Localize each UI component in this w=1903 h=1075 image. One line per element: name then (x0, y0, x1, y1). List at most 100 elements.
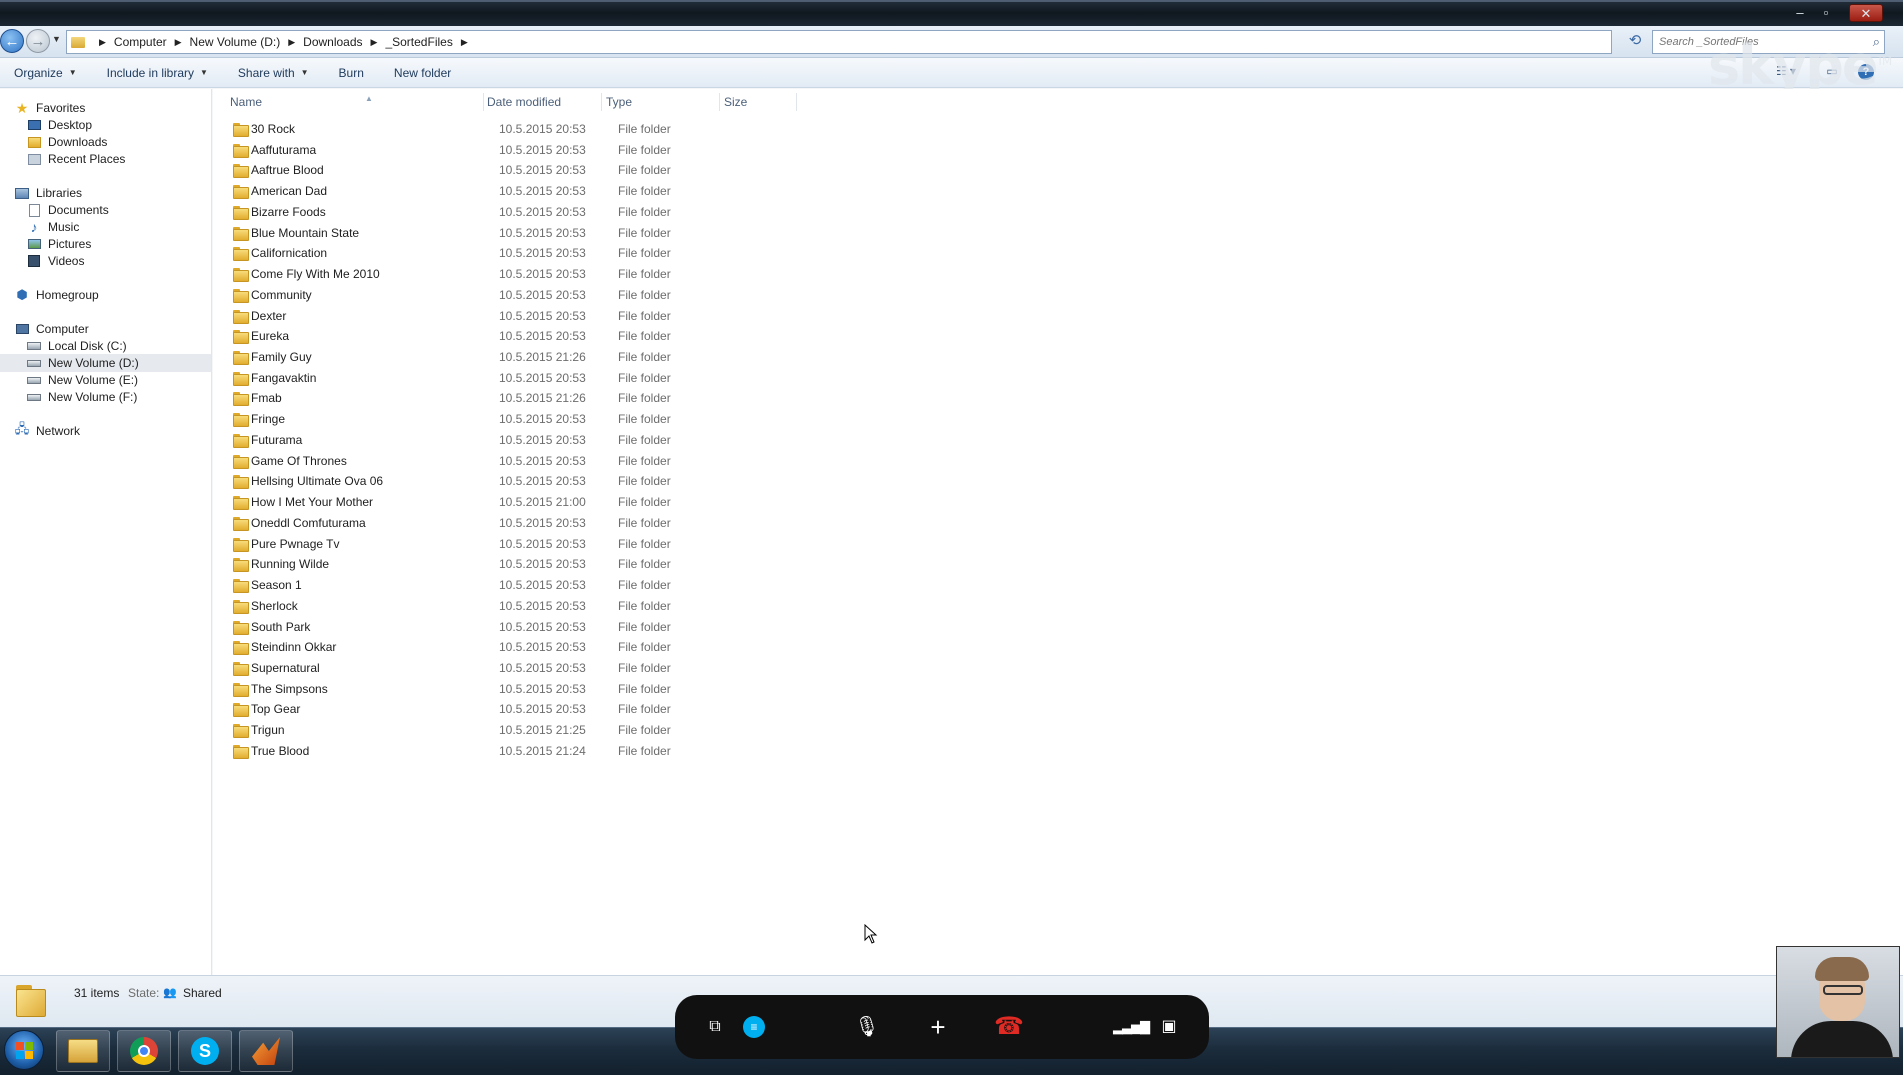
nav-item-new-volume-d[interactable]: New Volume (D:) (0, 354, 211, 372)
table-row[interactable]: Oneddl Comfuturama 10.5.2015 20:53 File fo… (225, 513, 685, 533)
folder-icon (233, 599, 249, 614)
nav-item-new-volume-f[interactable]: New Volume (F:) (26, 388, 137, 406)
end-call-button[interactable]: ☎ (993, 1011, 1025, 1043)
breadcrumb[interactable]: ▶ Computer ▶ New Volume (D:) ▶ Downloads ▶ … (66, 30, 1680, 54)
nav-item-music[interactable]: ♪ Music (26, 218, 80, 236)
chevron-right-icon[interactable]: ▶ (175, 37, 182, 48)
folder-icon (233, 351, 249, 366)
table-row[interactable]: South Park 10.5.2015 20:53 File folder (225, 617, 685, 637)
table-row[interactable]: Top Gear 10.5.2015 20:53 File folder (225, 699, 685, 719)
self-video-preview[interactable] (1776, 946, 1900, 1058)
call-quality-button[interactable]: ▂▃▅▇ (1113, 1011, 1150, 1043)
table-row[interactable]: Sherlock 10.5.2015 20:53 File folder (225, 596, 685, 616)
taskbar-windows-explorer[interactable] (56, 1030, 110, 1072)
table-row[interactable]: Californication 10.5.2015 20:53 File folde… (225, 243, 685, 263)
nav-item-documents[interactable]: Documents (26, 201, 109, 219)
file-name: American Dad (251, 184, 328, 199)
burn-button[interactable]: Burn (339, 66, 364, 80)
back-button[interactable]: ← (0, 29, 24, 53)
nav-libraries[interactable]: Libraries (14, 184, 82, 202)
nav-item-new-volume-e[interactable]: New Volume (E:) (26, 371, 138, 389)
nav-favorites[interactable]: ★ Favorites (14, 99, 86, 117)
include-in-library-button[interactable]: Include in library ▼ (107, 66, 208, 80)
column-header-size[interactable]: Size (724, 95, 747, 109)
date-modified: 10.5.2015 20:53 (499, 578, 586, 593)
mute-microphone-button[interactable]: 🎙 (851, 1011, 883, 1043)
video-toggle-button[interactable]: ▣ (1153, 1011, 1185, 1043)
table-row[interactable]: Fringe 10.5.2015 20:53 File folder (225, 409, 685, 429)
nav-homegroup[interactable]: ⬢ Homegroup (14, 286, 98, 304)
breadcrumb-item-computer[interactable]: Computer ▶ (114, 35, 190, 49)
table-row[interactable]: Steindinn Okkar 10.5.2015 20:53 File folde… (225, 637, 685, 657)
forward-button[interactable]: → (26, 29, 50, 53)
file-name: Running Wilde (251, 557, 330, 572)
chevron-right-icon[interactable]: ▶ (461, 37, 468, 48)
nav-network[interactable]: 🖧 Network (14, 421, 80, 440)
taskbar-skype[interactable]: S (178, 1030, 232, 1072)
table-row[interactable]: Fangavaktin 10.5.2015 20:53 File folder (225, 368, 685, 388)
table-row[interactable]: Trigun 10.5.2015 21:25 File folder (225, 720, 685, 740)
nav-computer[interactable]: Computer (14, 320, 89, 338)
new-folder-button[interactable]: New folder (394, 66, 451, 80)
table-row[interactable]: Community 10.5.2015 20:53 File folder (225, 285, 685, 305)
column-divider[interactable] (719, 93, 720, 111)
table-row[interactable]: Family Guy 10.5.2015 21:26 File folder (225, 347, 685, 367)
column-header-name[interactable]: Name ▲ (230, 94, 373, 109)
close-button[interactable]: ✕ (1849, 4, 1883, 22)
column-divider[interactable] (601, 93, 602, 111)
nav-item-pictures[interactable]: Pictures (26, 235, 91, 253)
include-in-library-label: Include in library (106, 65, 194, 80)
table-row[interactable]: Fmab 10.5.2015 21:26 File folder (225, 388, 685, 408)
share-with-button[interactable]: Share with ▼ (238, 66, 309, 80)
table-row[interactable]: Futurama 10.5.2015 20:53 File folder (225, 430, 685, 450)
table-row[interactable]: Hellsing Ultimate Ova 06 10.5.2015 20:53 F… (225, 471, 685, 491)
breadcrumb-item-downloads[interactable]: Downloads ▶ (303, 35, 385, 49)
nav-item-videos[interactable]: Videos (26, 252, 84, 270)
taskbar-google-chrome[interactable] (117, 1030, 171, 1072)
add-people-button[interactable]: + (922, 1011, 954, 1043)
recent-pages-dropdown-icon[interactable]: ▼ (52, 34, 61, 44)
file-type: File folder (618, 660, 671, 675)
nav-item-recent-places[interactable]: Recent Places (26, 150, 125, 168)
table-row[interactable]: Blue Mountain State 10.5.2015 20:53 File f… (225, 223, 685, 243)
table-row[interactable]: How I Met Your Mother 10.5.2015 21:00 File… (225, 492, 685, 512)
column-divider[interactable] (796, 93, 797, 111)
nav-item-downloads[interactable]: Downloads (26, 133, 107, 151)
breadcrumb-item-sortedfiles[interactable]: _SortedFiles ▶ (385, 35, 475, 49)
title-bar: – ▫ ✕ (0, 0, 1903, 26)
nav-item-desktop[interactable]: Desktop (26, 116, 92, 134)
chevron-right-icon[interactable]: ▶ (288, 37, 295, 48)
table-row[interactable]: The Simpsons 10.5.2015 20:53 File folder (225, 679, 685, 699)
table-row[interactable]: Supernatural 10.5.2015 20:53 File folder (225, 658, 685, 678)
chat-button[interactable]: ≡ (743, 1016, 765, 1038)
column-divider[interactable] (483, 93, 484, 111)
back-arrow-icon: ← (4, 33, 20, 50)
column-header-date-modified[interactable]: Date modified (487, 95, 561, 109)
taskbar-matlab[interactable] (239, 1030, 293, 1072)
table-row[interactable]: True Blood 10.5.2015 21:24 File folder (225, 741, 685, 761)
breadcrumb-item-volume-d[interactable]: New Volume (D:) ▶ (190, 35, 304, 49)
minimize-button[interactable]: – (1788, 4, 1812, 22)
table-row[interactable]: 30 Rock 10.5.2015 20:53 File folder (225, 119, 685, 139)
table-row[interactable]: Game Of Thrones 10.5.2015 20:53 File folde… (225, 451, 685, 471)
file-type: File folder (618, 619, 671, 634)
table-row[interactable]: Bizarre Foods 10.5.2015 20:53 File folder (225, 202, 685, 222)
table-row[interactable]: Come Fly With Me 2010 10.5.2015 20:53 File… (225, 264, 685, 284)
table-row[interactable]: Season 1 10.5.2015 20:53 File folder (225, 575, 685, 595)
table-row[interactable]: Dexter 10.5.2015 20:53 File folder (225, 306, 685, 326)
breadcrumb-separator[interactable]: ▶ (91, 37, 114, 48)
share-screen-button[interactable]: ⧉ (699, 1011, 731, 1043)
column-header-type[interactable]: Type (606, 95, 632, 109)
maximize-button[interactable]: ▫ (1814, 4, 1838, 22)
table-row[interactable]: Pure Pwnage Tv 10.5.2015 20:53 File folder (225, 534, 685, 554)
refresh-button[interactable]: ⟲ (1622, 30, 1648, 54)
table-row[interactable]: Aaftrue Blood 10.5.2015 20:53 File folder (225, 160, 685, 180)
organize-button[interactable]: Organize ▼ (14, 66, 77, 80)
table-row[interactable]: Running Wilde 10.5.2015 20:53 File folder (225, 554, 685, 574)
table-row[interactable]: American Dad 10.5.2015 20:53 File folder (225, 181, 685, 201)
table-row[interactable]: Aaffuturama 10.5.2015 20:53 File folder (225, 140, 685, 160)
nav-item-local-disk-c[interactable]: Local Disk (C:) (26, 337, 127, 355)
start-button[interactable] (4, 1030, 44, 1070)
chevron-right-icon[interactable]: ▶ (371, 37, 378, 48)
table-row[interactable]: Eureka 10.5.2015 20:53 File folder (225, 326, 685, 346)
